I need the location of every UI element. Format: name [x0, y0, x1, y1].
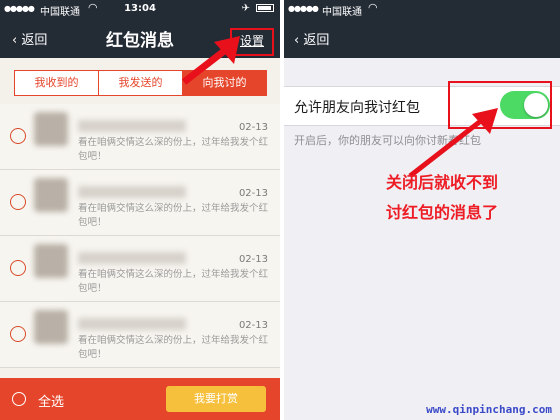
message-date: 02-13	[238, 320, 268, 331]
avatar	[34, 178, 68, 212]
list-item[interactable]: 02-13 看在咱俩交情这么深的份上，过年给我发个红包吧！	[0, 104, 280, 170]
watermark: www.qinpinchang.com	[426, 403, 552, 416]
nav-bar: ‹ 返回	[284, 18, 560, 58]
message-text: 看在咱俩交情这么深的份上，过年给我发个红包吧！	[78, 269, 269, 294]
back-button[interactable]: ‹ 返回	[294, 29, 329, 48]
carrier-label: 中国联通	[322, 7, 362, 18]
list-item[interactable]: 02-13 看在咱俩交情这么深的份上，过年给我发个红包吧！	[0, 302, 280, 368]
tab-sent[interactable]: 我发送的	[99, 71, 183, 95]
message-text: 看在咱俩交情这么深的份上，过年给我发个红包吧！	[78, 137, 269, 162]
wifi-icon: ◠	[368, 1, 378, 14]
list-item[interactable]: 02-13 看在咱俩交情这么深的份上，过年给我发个红包吧！	[0, 170, 280, 236]
avatar	[34, 112, 68, 146]
red-packet-messages-screen: ●●●●● 中国联通 ◠ 13:04 ✈ ‹ 返回 红包消息 设置 我收到的 我…	[0, 0, 280, 420]
toggle-knob	[524, 93, 548, 117]
annotation-text: 关闭后就收不到 讨红包的消息了	[352, 168, 532, 228]
blurred-name	[78, 318, 186, 330]
blurred-name	[78, 186, 186, 198]
message-list: 02-13 看在咱俩交情这么深的份上，过年给我发个红包吧！ 02-13 看在咱俩…	[0, 104, 280, 368]
select-all-label[interactable]: 全选	[38, 391, 64, 410]
status-bar: ●●●●● 中国联通 ◠	[284, 0, 560, 18]
annotation-arrow-icon	[181, 36, 240, 85]
signal-icon: ●●●●●	[288, 4, 319, 13]
bottom-action-bar: 全选 我要打赏	[0, 378, 280, 420]
message-text: 看在咱俩交情这么深的份上，过年给我发个红包吧！	[78, 203, 269, 228]
select-radio[interactable]	[10, 326, 26, 342]
battery-icon: ✈	[241, 3, 274, 14]
blurred-name	[78, 252, 186, 264]
avatar	[34, 310, 68, 344]
message-text: 看在咱俩交情这么深的份上，过年给我发个红包吧！	[78, 335, 269, 360]
list-item[interactable]: 02-13 看在咱俩交情这么深的份上，过年给我发个红包吧！	[0, 236, 280, 302]
select-radio[interactable]	[10, 260, 26, 276]
status-bar: ●●●●● 中国联通 ◠ 13:04 ✈	[0, 0, 280, 18]
back-label: 返回	[303, 33, 330, 48]
message-date: 02-13	[238, 188, 268, 199]
tab-received[interactable]: 我收到的	[15, 71, 99, 95]
message-date: 02-13	[238, 254, 268, 265]
avatar	[34, 244, 68, 278]
annotation-line-2: 讨红包的消息了	[385, 203, 498, 222]
message-date: 02-13	[238, 122, 268, 133]
reward-button[interactable]: 我要打赏	[166, 386, 266, 412]
clock: 13:04	[124, 3, 156, 14]
blurred-name	[78, 120, 186, 132]
select-radio[interactable]	[10, 194, 26, 210]
select-all-radio[interactable]	[12, 392, 26, 406]
select-radio[interactable]	[10, 128, 26, 144]
annotation-line-1: 关闭后就收不到	[385, 173, 498, 192]
